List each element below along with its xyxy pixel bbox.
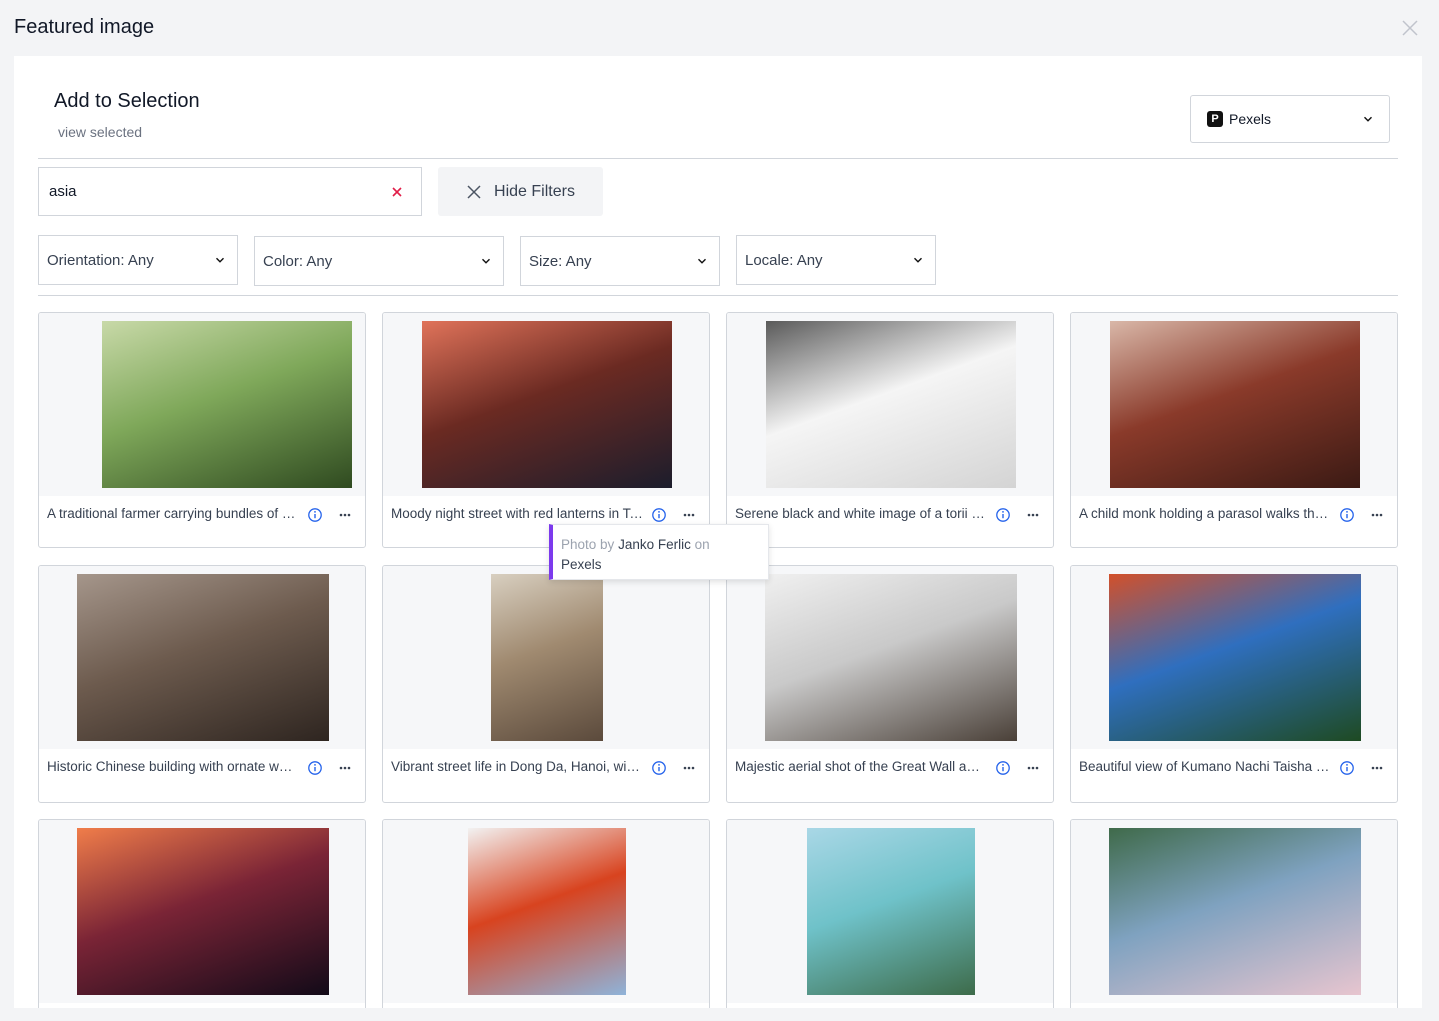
- image-card[interactable]: Serene black and white image of a torii …: [726, 312, 1054, 548]
- more-options-icon[interactable]: [681, 507, 697, 523]
- more-options-icon[interactable]: [337, 760, 353, 776]
- image-card[interactable]: Cherry blossoms in front of a Japanese c…: [1070, 819, 1398, 1008]
- source-select-label: Pexels: [1229, 111, 1272, 127]
- image-caption: Majestic aerial shot of the Great Wall a…: [735, 759, 987, 774]
- thumbnail-area: [727, 313, 1053, 496]
- hide-filters-label: Hide Filters: [494, 182, 575, 200]
- more-options-icon[interactable]: [1369, 507, 1385, 523]
- info-icon[interactable]: [1339, 760, 1355, 776]
- image-card[interactable]: Beautiful view of Kumano Nachi Taisha pa…: [1070, 565, 1398, 803]
- close-icon[interactable]: [1398, 16, 1422, 40]
- image-thumbnail[interactable]: [468, 828, 626, 995]
- image-thumbnail[interactable]: [1110, 321, 1360, 488]
- image-card[interactable]: Boat between limestone cliffs in turquoi…: [726, 819, 1054, 1008]
- image-thumbnail[interactable]: [77, 828, 329, 995]
- image-thumbnail[interactable]: [1109, 828, 1361, 995]
- image-caption: A child monk holding a parasol walks thr…: [1079, 506, 1331, 521]
- more-options-icon[interactable]: [1025, 760, 1041, 776]
- modal-header: Featured image: [0, 0, 1439, 56]
- hide-filters-button[interactable]: Hide Filters: [438, 167, 603, 216]
- color-filter[interactable]: Color: Any: [254, 236, 504, 286]
- chevron-down-icon: [216, 257, 224, 263]
- clear-search-icon[interactable]: [391, 186, 403, 198]
- info-icon[interactable]: [1339, 507, 1355, 523]
- tooltip-prefix: Photo by: [561, 537, 615, 552]
- thumbnail-area: [1071, 820, 1397, 1003]
- info-icon[interactable]: [995, 507, 1011, 523]
- attribution-tooltip: Photo by Janko Ferlic on Pexels: [549, 524, 769, 580]
- source-select[interactable]: P Pexels: [1190, 95, 1390, 143]
- image-caption: Vibrant street life in Dong Da, Hanoi, w…: [391, 759, 643, 774]
- image-card[interactable]: A child monk holding a parasol walks thr…: [1070, 312, 1398, 548]
- tooltip-on: on: [694, 537, 710, 552]
- thumbnail-area: [1071, 313, 1397, 496]
- chevron-down-icon: [482, 258, 490, 264]
- image-thumbnail[interactable]: [807, 828, 975, 995]
- orientation-filter[interactable]: Orientation: Any: [38, 235, 238, 285]
- image-thumbnail[interactable]: [1109, 574, 1361, 741]
- thumbnail-area: [39, 313, 365, 496]
- locale-filter[interactable]: Locale: Any: [736, 235, 936, 285]
- panel-title: Add to Selection: [54, 90, 200, 112]
- image-card[interactable]: Historic Chinese building with ornate wo…: [38, 565, 366, 803]
- image-card[interactable]: Neon lit rainy street at night: [38, 819, 366, 1008]
- image-caption: Serene black and white image of a torii …: [735, 506, 987, 521]
- more-options-icon[interactable]: [1369, 760, 1385, 776]
- thumbnail-area: [383, 820, 709, 1003]
- more-options-icon[interactable]: [681, 760, 697, 776]
- tooltip-author-link[interactable]: Janko Ferlic: [618, 537, 691, 552]
- image-thumbnail[interactable]: [77, 574, 329, 741]
- image-card[interactable]: A traditional farmer carrying bundles of…: [38, 312, 366, 548]
- filter-label: Locale: Any: [745, 251, 823, 269]
- more-options-icon[interactable]: [337, 507, 353, 523]
- image-caption: Historic Chinese building with ornate wo…: [47, 759, 299, 774]
- filter-label: Orientation: Any: [47, 251, 154, 269]
- image-caption: Beautiful view of Kumano Nachi Taisha pa…: [1079, 759, 1331, 774]
- image-thumbnail[interactable]: [765, 574, 1017, 741]
- thumbnail-area: [727, 566, 1053, 749]
- info-icon[interactable]: [307, 507, 323, 523]
- thumbnail-area: [39, 820, 365, 1003]
- chevron-down-icon: [698, 258, 706, 264]
- view-selected-link[interactable]: view selected: [58, 124, 142, 140]
- image-thumbnail[interactable]: [766, 321, 1016, 488]
- chevron-down-icon: [914, 257, 922, 263]
- filter-label: Size: Any: [529, 252, 592, 270]
- header-divider: [38, 158, 1398, 159]
- image-card[interactable]: Moody night street with red lanterns in …: [382, 312, 710, 548]
- thumbnail-area: [383, 566, 709, 749]
- info-icon[interactable]: [995, 760, 1011, 776]
- info-icon[interactable]: [651, 760, 667, 776]
- thumbnail-area: [39, 566, 365, 749]
- info-icon[interactable]: [651, 507, 667, 523]
- close-icon: [467, 184, 481, 199]
- filters-divider: [38, 295, 1398, 296]
- more-options-icon[interactable]: [1025, 507, 1041, 523]
- modal-title: Featured image: [14, 16, 155, 38]
- thumbnail-area: [1071, 566, 1397, 749]
- search-field: [38, 167, 422, 216]
- image-caption: A traditional farmer carrying bundles of…: [47, 506, 299, 521]
- chevron-down-icon: [1364, 116, 1372, 122]
- image-caption: Moody night street with red lanterns in …: [391, 506, 643, 521]
- size-filter[interactable]: Size: Any: [520, 236, 720, 286]
- filter-label: Color: Any: [263, 252, 333, 270]
- thumbnail-area: [383, 313, 709, 496]
- image-thumbnail[interactable]: [102, 321, 352, 488]
- image-thumbnail[interactable]: [422, 321, 672, 488]
- image-thumbnail[interactable]: [491, 574, 603, 741]
- tooltip-source-link[interactable]: Pexels: [561, 555, 760, 575]
- image-card[interactable]: Majestic aerial shot of the Great Wall a…: [726, 565, 1054, 803]
- image-card[interactable]: Red pagoda against a blue sky: [382, 819, 710, 1008]
- search-input[interactable]: [49, 183, 391, 200]
- info-icon[interactable]: [307, 760, 323, 776]
- thumbnail-area: [727, 820, 1053, 1003]
- image-card[interactable]: Vibrant street life in Dong Da, Hanoi, w…: [382, 565, 710, 803]
- pexels-logo-icon: P: [1207, 111, 1223, 127]
